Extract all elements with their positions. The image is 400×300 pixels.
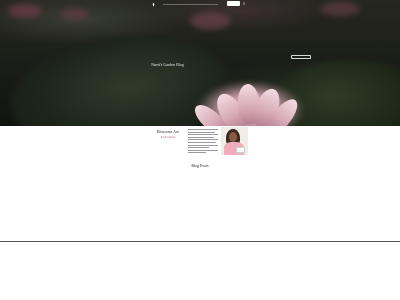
about-paragraph — [188, 129, 218, 154]
author-photo — [221, 127, 248, 155]
nav-button[interactable] — [227, 1, 240, 6]
hamburger-icon[interactable]: ≡ — [243, 1, 245, 6]
background-flower — [190, 12, 230, 30]
background-flower — [60, 8, 88, 20]
lotus-logo-icon[interactable] — [151, 2, 156, 7]
section-title: Blog Posts — [191, 163, 209, 168]
about-heading: Blossoms Are — [156, 129, 180, 134]
hero-title: Nneti's Garden Blog — [151, 62, 184, 67]
about-subheading: Everywhere — [160, 135, 176, 139]
hero-cta-button[interactable] — [291, 55, 311, 59]
hero-banner: ≡ Nneti's Garden Blog — [0, 0, 400, 126]
top-navigation: ≡ — [0, 0, 400, 8]
nav-links[interactable] — [163, 4, 218, 5]
divider — [0, 241, 400, 242]
